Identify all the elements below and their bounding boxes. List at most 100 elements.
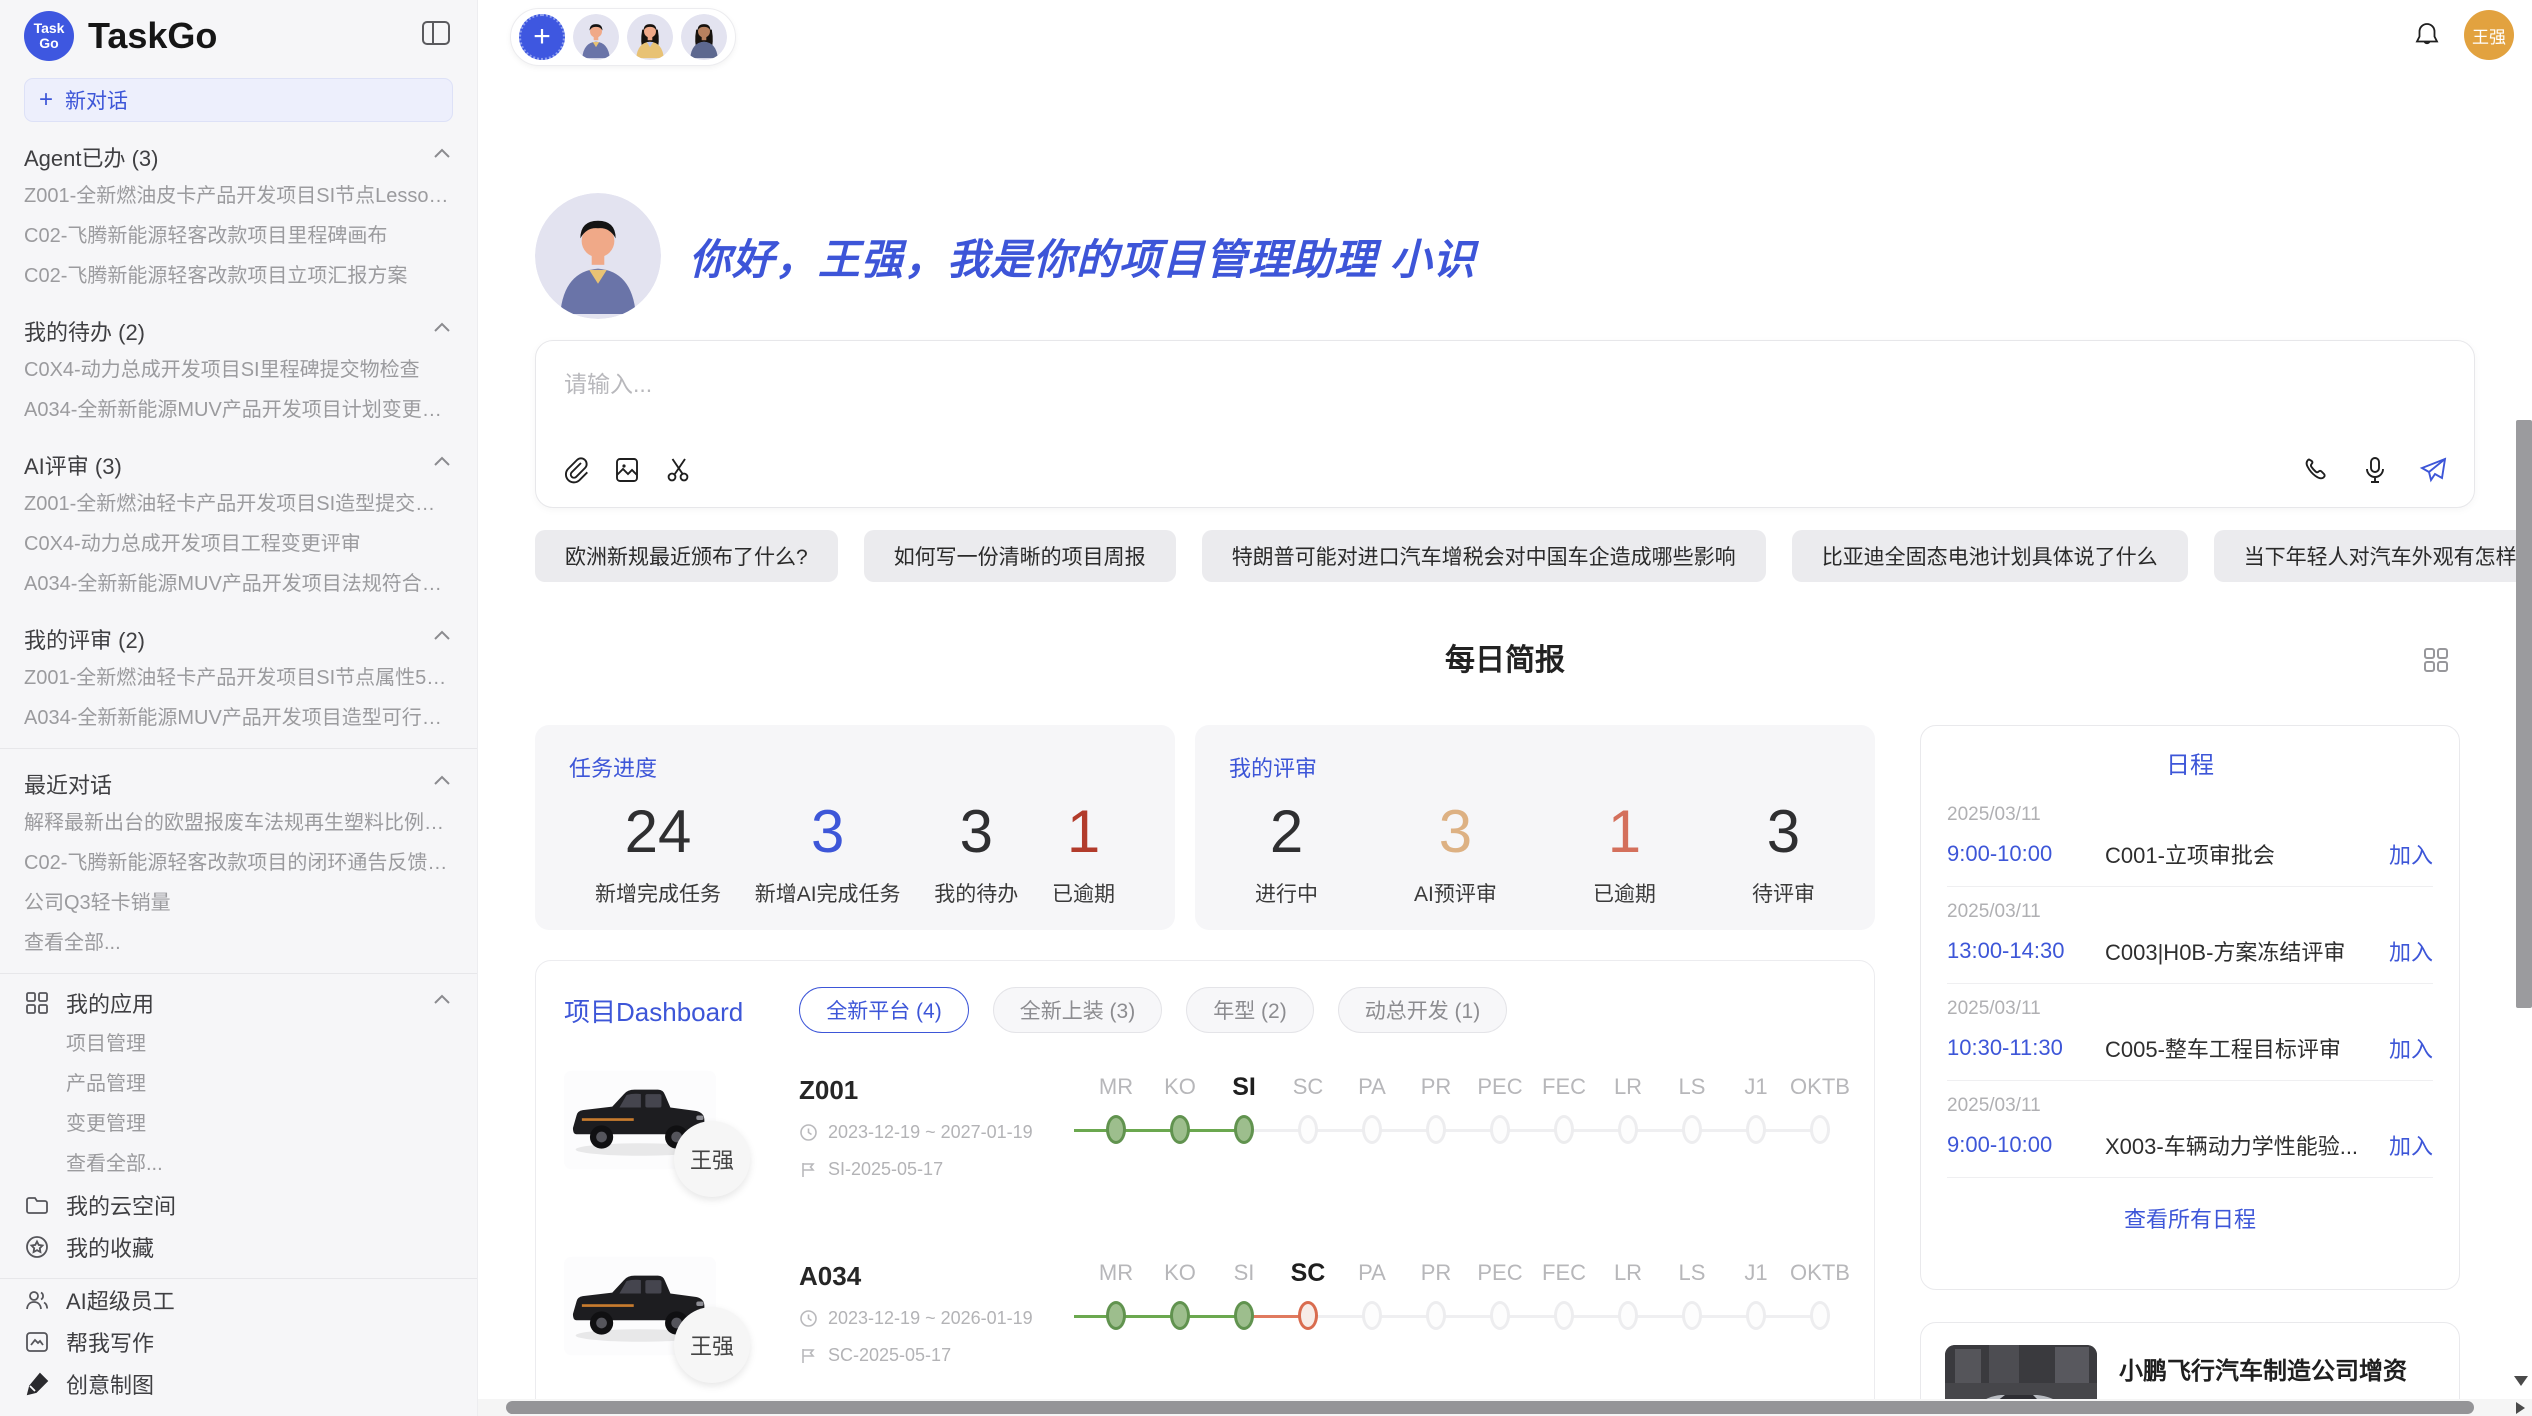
greeting-block: 你好，王强，我是你的项目管理助理 小识 (535, 193, 1476, 319)
stat-value: 24 (595, 797, 721, 866)
horizontal-scrollbar-thumb[interactable] (506, 1401, 2474, 1414)
chat-input[interactable] (564, 365, 2446, 415)
scroll-down-arrow-icon[interactable] (2514, 1376, 2528, 1386)
sidebar-task-item[interactable]: Z001-全新燃油轻卡产品开发项目SI节点属性5D文件评审 (24, 658, 453, 698)
agent-avatar-3[interactable] (681, 14, 727, 60)
project-row[interactable]: 王强A0342023-12-19 ~ 2026-01-19SC-2025-05-… (564, 1255, 1846, 1405)
vertical-scrollbar-thumb[interactable] (2516, 420, 2532, 1008)
suggestion-chip[interactable]: 特朗普可能对进口汽车增税会对中国车企造成哪些影响 (1202, 530, 1766, 582)
ai-super-staff-item[interactable]: AI超级员工 (24, 1279, 453, 1321)
milestone-dot (1618, 1301, 1638, 1330)
divider (0, 748, 477, 749)
scissors-icon[interactable] (664, 455, 694, 485)
milestone-dot (1362, 1301, 1382, 1330)
milestone-step: MR (1084, 1257, 1148, 1405)
milestone-label: KO (1148, 1257, 1212, 1289)
suggestion-chip[interactable]: 当下年轻人对汽车外观有怎样的喜好趋势 (2214, 530, 2532, 582)
horizontal-scrollbar[interactable] (478, 1399, 2532, 1416)
sidebar-task-item[interactable]: A034-全新新能源MUV产品开发项目法规符合性评审 (24, 564, 453, 604)
image-icon[interactable] (612, 455, 642, 485)
my-apps-header[interactable]: 我的应用 (24, 982, 453, 1024)
schedule-event: 2025/03/119:00-10:00X003-车辆动力学性能验...加入 (1947, 1081, 2433, 1178)
event-join-link[interactable]: 加入 (2389, 1032, 2433, 1064)
agent-avatar-1[interactable] (573, 14, 619, 60)
grid-layout-icon[interactable] (2422, 646, 2450, 674)
sidebar-task-item[interactable]: C0X4-动力总成开发项目工程变更评审 (24, 524, 453, 564)
schedule-event: 2025/03/119:00-10:00C001-立项审批会加入 (1947, 790, 2433, 887)
recent-chat-item[interactable]: C02-飞腾新能源轻客改款项目的闭环通告反馈情况 (24, 843, 453, 883)
project-code: A034 (799, 1261, 1084, 1292)
attachment-icon[interactable] (560, 455, 590, 485)
apps-view-all-link[interactable]: 查看全部... (24, 1144, 453, 1184)
event-join-link[interactable]: 加入 (2389, 935, 2433, 967)
scroll-right-arrow-icon[interactable] (2516, 1402, 2525, 1414)
project-flag: SI-2025-05-17 (799, 1159, 1084, 1180)
sidebar-task-item[interactable]: A034-全新新能源MUV产品开发项目造型可行性评审 (24, 698, 453, 738)
app-item[interactable]: 变更管理 (24, 1104, 453, 1144)
sidebar-collapse-icon[interactable] (421, 20, 451, 46)
dashboard-filter-pill[interactable]: 全新上装 (3) (993, 987, 1163, 1033)
agent-switcher: + (510, 8, 736, 66)
user-avatar[interactable]: 王强 (2464, 10, 2514, 60)
recent-chat-item[interactable]: 公司Q3轻卡销量 (24, 883, 453, 923)
my-cloud-item[interactable]: 我的云空间 (24, 1184, 453, 1226)
microphone-icon[interactable] (2360, 455, 2390, 485)
add-agent-button[interactable]: + (519, 14, 565, 60)
stat-label: AI预评审 (1414, 878, 1497, 908)
milestone-label: PA (1340, 1071, 1404, 1103)
notification-bell-icon[interactable] (2412, 20, 2442, 50)
sidebar-task-item[interactable]: C0X4-动力总成开发项目SI里程碑提交物检查 (24, 350, 453, 390)
suggestion-chip[interactable]: 欧洲新规最近颁布了什么? (535, 530, 838, 582)
event-join-link[interactable]: 加入 (2389, 1129, 2433, 1161)
send-icon[interactable] (2418, 455, 2448, 485)
phone-icon[interactable] (2302, 455, 2332, 485)
logo-text-2: Go (39, 36, 58, 51)
suggestion-chip[interactable]: 比亚迪全固态电池计划具体说了什么 (1792, 530, 2188, 582)
milestone-dot (1426, 1115, 1446, 1144)
sidebar-task-item[interactable]: A034-全新新能源MUV产品开发项目计划变更表编写 (24, 390, 453, 430)
project-list: 王强Z0012023-12-19 ~ 2027-01-19SI-2025-05-… (564, 1069, 1846, 1405)
creative-drawing-item[interactable]: 创意制图 (24, 1363, 453, 1405)
milestone-chain: MRKOSISCPAPRPECFECLRLSJ1OKTB (1084, 1069, 1852, 1219)
dashboard-filter-pill[interactable]: 动总开发 (1) (1338, 987, 1508, 1033)
sidebar-task-item[interactable]: C02-飞腾新能源轻客改款项目里程碑画布 (24, 216, 453, 256)
stat-value: 3 (934, 797, 1018, 866)
view-all-schedule-link[interactable]: 查看所有日程 (1947, 1202, 2433, 1234)
sidebar-section-header[interactable]: 我的待办 (2) (24, 312, 453, 350)
app-item[interactable]: 项目管理 (24, 1024, 453, 1064)
milestone-label: PR (1404, 1071, 1468, 1103)
sidebar-section-header[interactable]: Agent已办 (3) (24, 138, 453, 176)
sidebar-body: Agent已办 (3)Z001-全新燃油皮卡产品开发项目SI节点Lesson L… (24, 138, 453, 1405)
stat-metric: 3AI预评审 (1414, 797, 1497, 908)
stat-label: 新增完成任务 (595, 878, 721, 908)
sidebar-task-item[interactable]: Z001-全新燃油皮卡产品开发项目SI节点Lesson Learn报告 (24, 176, 453, 216)
project-row[interactable]: 王强Z0012023-12-19 ~ 2027-01-19SI-2025-05-… (564, 1069, 1846, 1219)
recent-chats-header[interactable]: 最近对话 (24, 765, 453, 803)
app-item[interactable]: 产品管理 (24, 1064, 453, 1104)
event-join-link[interactable]: 加入 (2389, 838, 2433, 870)
event-date: 2025/03/11 (1947, 998, 2433, 1020)
sidebar-section-header[interactable]: AI评审 (3) (24, 446, 453, 484)
project-media: 王强 (564, 1069, 799, 1219)
suggestion-chip[interactable]: 如何写一份清晰的项目周报 (864, 530, 1176, 582)
stat-label: 已逾期 (1052, 878, 1115, 908)
chevron-up-icon (431, 770, 453, 798)
section-title: Agent已办 (3) (24, 141, 159, 173)
agent-avatar-2[interactable] (627, 14, 673, 60)
help-me-write-item[interactable]: 帮我写作 (24, 1321, 453, 1363)
sidebar-task-item[interactable]: C02-飞腾新能源轻客改款项目立项汇报方案 (24, 256, 453, 296)
dashboard-filter-pill[interactable]: 全新平台 (4) (799, 987, 969, 1033)
assistant-avatar (535, 193, 661, 319)
stats-row: 任务进度24新增完成任务3新增AI完成任务3我的待办1已逾期我的评审2进行中3A… (535, 725, 1875, 930)
project-flag-node: SI-2025-05-17 (828, 1159, 943, 1180)
recent-chat-item[interactable]: 解释最新出台的欧盟报废车法规再生塑料比例被调至15%... (24, 803, 453, 843)
sidebar-section-header[interactable]: 我的评审 (2) (24, 620, 453, 658)
event-name: X003-车辆动力学性能验... (2105, 1129, 2389, 1161)
new-chat-button[interactable]: + 新对话 (24, 78, 453, 122)
project-dashboard-card: 项目Dashboard 全新平台 (4)全新上装 (3)年型 (2)动总开发 (… (535, 960, 1875, 1416)
dashboard-filter-pill[interactable]: 年型 (2) (1186, 987, 1314, 1033)
sidebar-task-item[interactable]: Z001-全新燃油轻卡产品开发项目SI造型提交物评审 (24, 484, 453, 524)
recent-view-all-link[interactable]: 查看全部... (24, 923, 453, 963)
greeting-text: 你好，王强，我是你的项目管理助理 小识 (689, 226, 1476, 287)
my-favorites-item[interactable]: 我的收藏 (24, 1226, 453, 1268)
